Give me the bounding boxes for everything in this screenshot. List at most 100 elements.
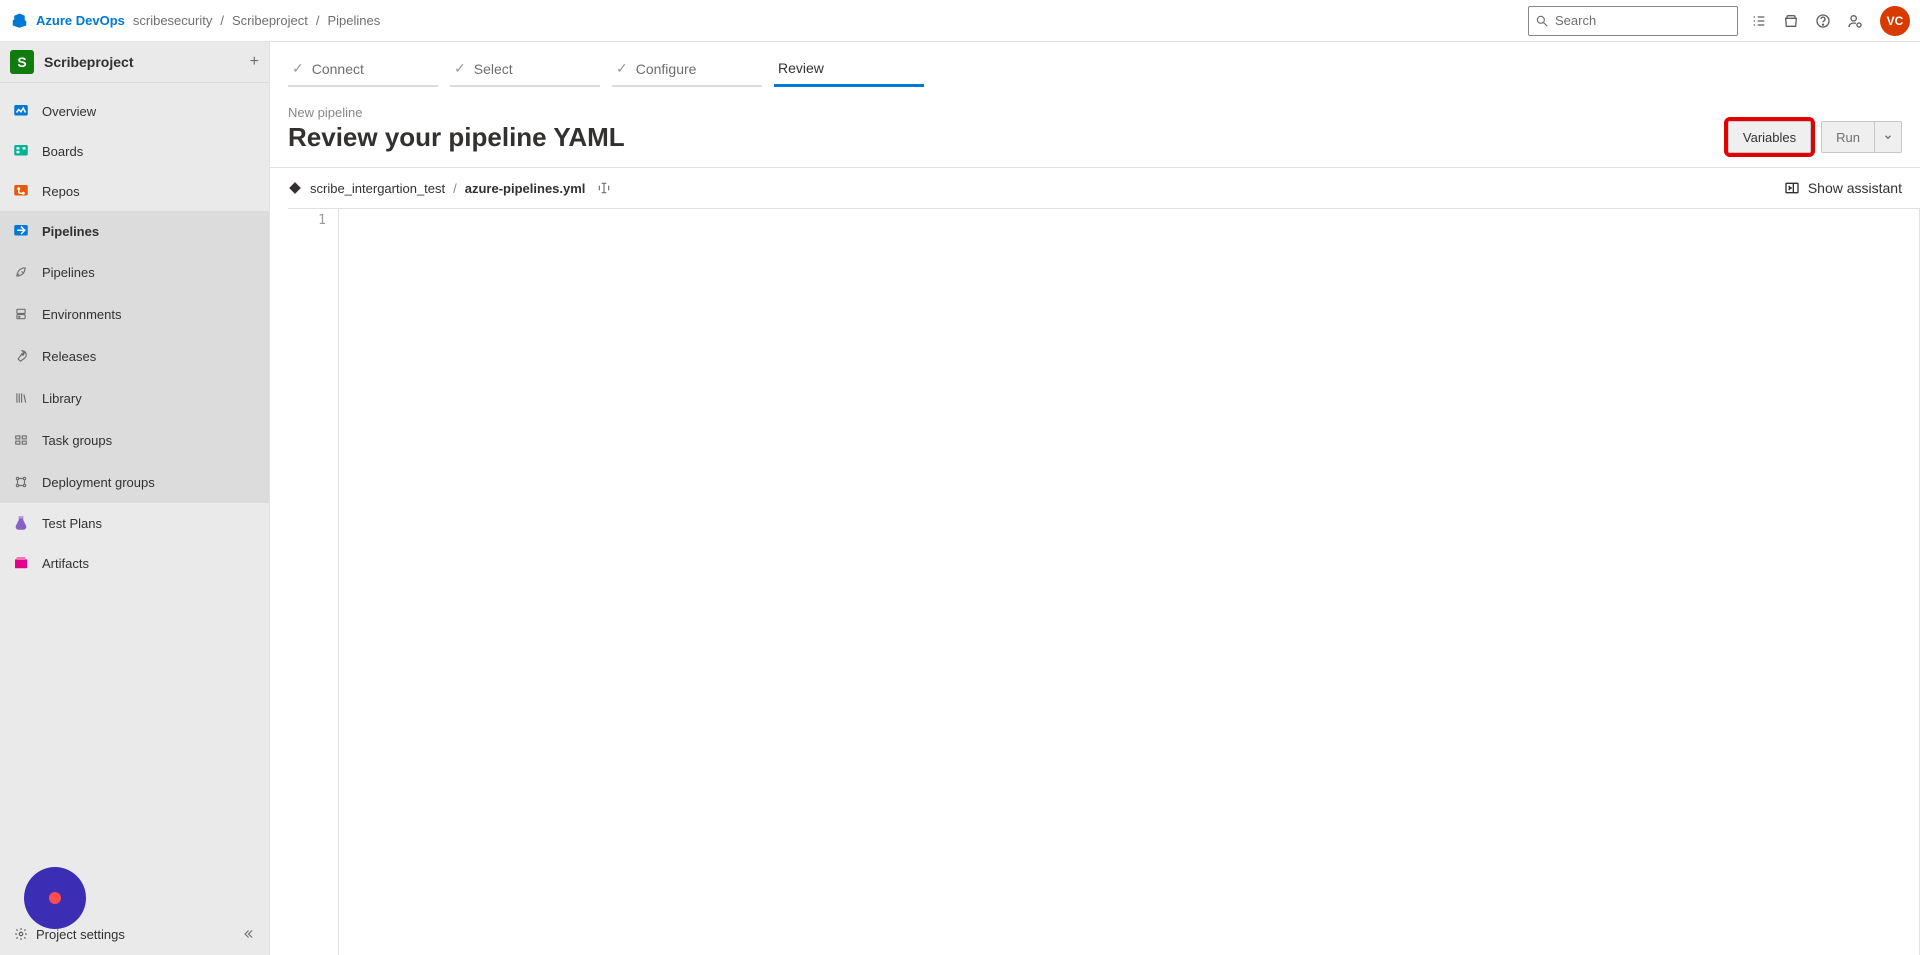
server-icon: [12, 305, 30, 323]
nav-sub-environments[interactable]: Environments: [0, 293, 269, 335]
nav-pipelines[interactable]: Pipelines: [0, 211, 269, 251]
search-input[interactable]: Search: [1528, 6, 1738, 36]
project-picker[interactable]: S Scribeproject +: [0, 42, 269, 83]
wizard-step-connect[interactable]: ✓ Connect: [288, 50, 438, 87]
breadcrumb-project[interactable]: Scribeproject: [232, 13, 308, 28]
nav-boards[interactable]: Boards: [0, 131, 269, 171]
artifacts-icon: [12, 554, 30, 572]
check-icon: ✓: [292, 60, 304, 77]
collapse-icon[interactable]: [241, 927, 255, 941]
panel-collapse-icon: [1784, 180, 1800, 196]
project-avatar: S: [10, 50, 34, 74]
azure-logo-icon: [12, 12, 30, 30]
nav-label: Overview: [42, 104, 96, 119]
nav-artifacts[interactable]: Artifacts: [0, 543, 269, 583]
check-icon: ✓: [454, 60, 466, 77]
release-icon: [12, 347, 30, 365]
nav-label: Library: [42, 391, 82, 406]
nav-sub-library[interactable]: Library: [0, 377, 269, 419]
nav-sub-taskgroups[interactable]: Task groups: [0, 419, 269, 461]
page-title-block: New pipeline Review your pipeline YAML V…: [270, 87, 1920, 168]
header-right: Search VC: [1528, 6, 1910, 36]
gear-icon: [14, 927, 28, 941]
step-label: Review: [778, 60, 824, 76]
breadcrumbs: Azure DevOps scribesecurity / Scribeproj…: [12, 12, 388, 30]
nav-label: Boards: [42, 144, 83, 159]
nav-label: Deployment groups: [42, 475, 155, 490]
brand-link[interactable]: Azure DevOps: [36, 13, 125, 28]
wizard-step-review[interactable]: ✓ Review: [774, 50, 924, 87]
overview-icon: [12, 102, 30, 120]
line-number: 1: [288, 213, 326, 228]
yaml-editor: 1: [288, 208, 1920, 955]
file-name[interactable]: azure-pipelines.yml: [465, 181, 586, 196]
breadcrumb-sep: /: [316, 13, 320, 28]
top-header: Azure DevOps scribesecurity / Scribeproj…: [0, 0, 1920, 42]
nav-sub-pipelines[interactable]: Pipelines: [0, 251, 269, 293]
repos-icon: [12, 182, 30, 200]
breadcrumb-section[interactable]: Pipelines: [327, 13, 380, 28]
variables-button[interactable]: Variables: [1728, 121, 1811, 153]
testplans-icon: [12, 514, 30, 532]
nav-label: Artifacts: [42, 556, 89, 571]
user-avatar[interactable]: VC: [1880, 6, 1910, 36]
boards-icon: [12, 142, 30, 160]
nav-label: Releases: [42, 349, 96, 364]
nav: Overview Boards Repos Pipelines Pipeline…: [0, 83, 269, 583]
check-icon: ✓: [616, 60, 628, 77]
run-menu-button[interactable]: [1874, 121, 1902, 153]
page-kicker: New pipeline: [288, 105, 625, 120]
nav-label: Task groups: [42, 433, 112, 448]
page-title: Review your pipeline YAML: [288, 122, 625, 153]
new-item-button[interactable]: +: [235, 53, 259, 71]
show-assistant-button[interactable]: Show assistant: [1784, 180, 1902, 196]
library-icon: [12, 389, 30, 407]
rocket-icon: [12, 263, 30, 281]
nav-label: Pipelines: [42, 265, 95, 280]
rename-icon[interactable]: [597, 181, 611, 195]
run-button[interactable]: Run: [1821, 121, 1874, 153]
path-sep: /: [453, 181, 457, 196]
step-label: Connect: [312, 61, 364, 77]
nav-label: Pipelines: [42, 224, 99, 239]
project-name: Scribeproject: [44, 54, 235, 70]
nav-pipelines-group: Pipelines Pipelines Environments Release…: [0, 211, 269, 503]
file-path-row: scribe_intergartion_test / azure-pipelin…: [270, 168, 1920, 208]
search-icon: [1535, 14, 1549, 28]
nav-sub-deploygroups[interactable]: Deployment groups: [0, 461, 269, 503]
record-dot-icon: [49, 892, 61, 904]
wizard-step-select[interactable]: ✓ Select: [450, 50, 600, 87]
nav-label: Test Plans: [42, 516, 102, 531]
nav-sub-releases[interactable]: Releases: [0, 335, 269, 377]
chevron-down-icon: [1883, 132, 1893, 142]
account-settings-icon[interactable]: [1844, 10, 1866, 32]
content: ✓ Connect ✓ Select ✓ Configure ✓ Review …: [270, 42, 1920, 955]
help-icon[interactable]: [1812, 10, 1834, 32]
wizard-step-configure[interactable]: ✓ Configure: [612, 50, 762, 87]
editor-code-area[interactable]: [338, 209, 1920, 955]
nav-testplans[interactable]: Test Plans: [0, 503, 269, 543]
nav-label: Environments: [42, 307, 121, 322]
sidebar: S Scribeproject + Overview Boards Repos …: [0, 42, 270, 955]
title-actions: Variables Run: [1728, 121, 1902, 153]
breadcrumb-org[interactable]: scribesecurity: [133, 13, 212, 28]
step-label: Select: [474, 61, 513, 77]
record-bubble[interactable]: [24, 867, 86, 929]
pipeline-wizard: ✓ Connect ✓ Select ✓ Configure ✓ Review: [270, 42, 1920, 87]
editor-gutter: 1: [288, 209, 338, 955]
main: S Scribeproject + Overview Boards Repos …: [0, 42, 1920, 955]
nav-label: Repos: [42, 184, 80, 199]
nav-overview[interactable]: Overview: [0, 91, 269, 131]
step-label: Configure: [636, 61, 697, 77]
settings-label: Project settings: [36, 927, 125, 942]
nav-repos[interactable]: Repos: [0, 171, 269, 211]
repo-name[interactable]: scribe_intergartion_test: [310, 181, 445, 196]
repo-icon: [288, 181, 302, 195]
work-items-icon[interactable]: [1748, 10, 1770, 32]
marketplace-icon[interactable]: [1780, 10, 1802, 32]
deploygroups-icon: [12, 473, 30, 491]
search-placeholder: Search: [1555, 13, 1596, 28]
breadcrumb-sep: /: [220, 13, 224, 28]
run-button-group: Run: [1821, 121, 1902, 153]
pipelines-icon: [12, 222, 30, 240]
